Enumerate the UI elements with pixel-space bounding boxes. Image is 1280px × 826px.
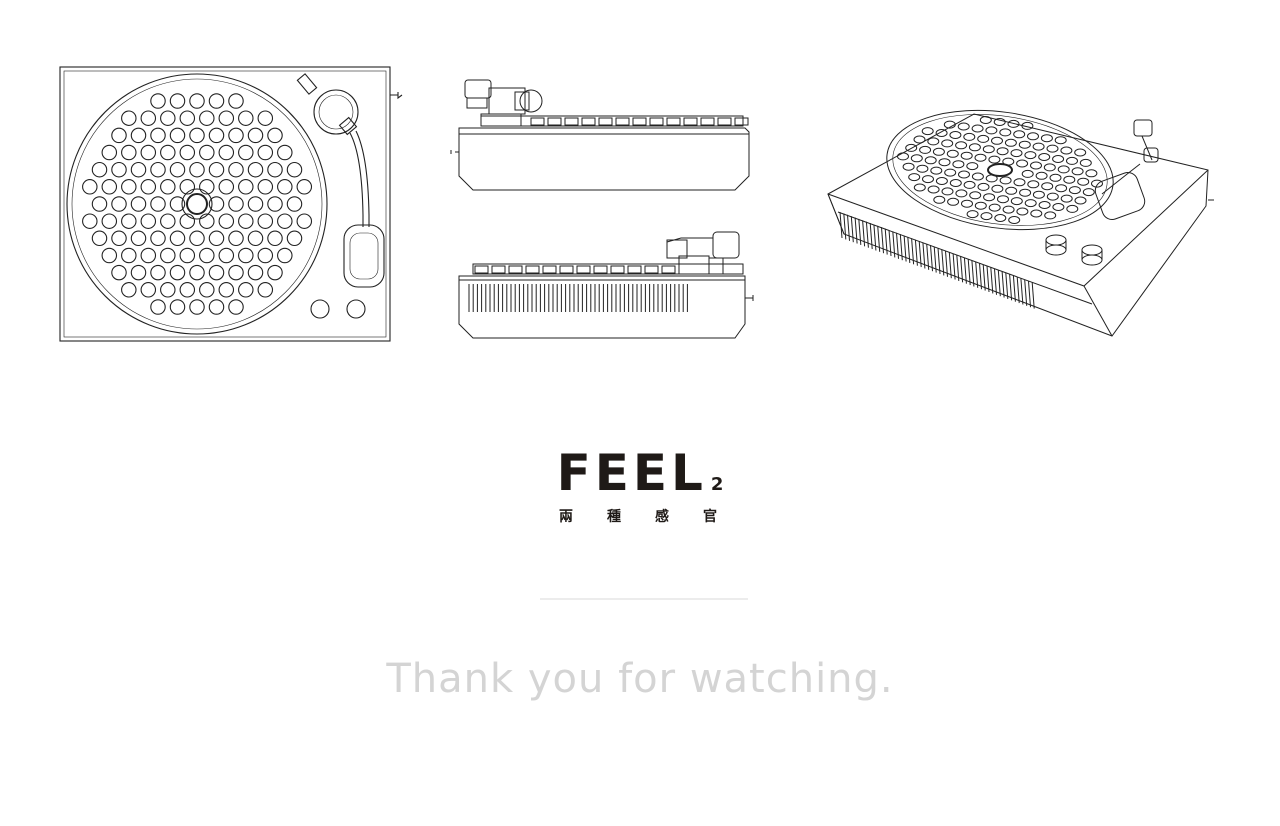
brand-wordmark: FEEL 2 [557,448,724,498]
brand-chinese-tagline: 兩種感官 [559,509,751,525]
turntable-isometric-view [827,109,1214,337]
brand-word: FEEL [556,444,707,502]
turntable-top-view [59,66,403,342]
platter-holes [82,93,313,315]
brand-logo: FEEL 2 兩種感官 [0,448,1280,526]
turntable-side-views [450,79,754,339]
divider-line [540,598,748,600]
closing-message: Thank you for watching. [386,656,894,702]
brand-subscript: 2 [710,474,724,495]
